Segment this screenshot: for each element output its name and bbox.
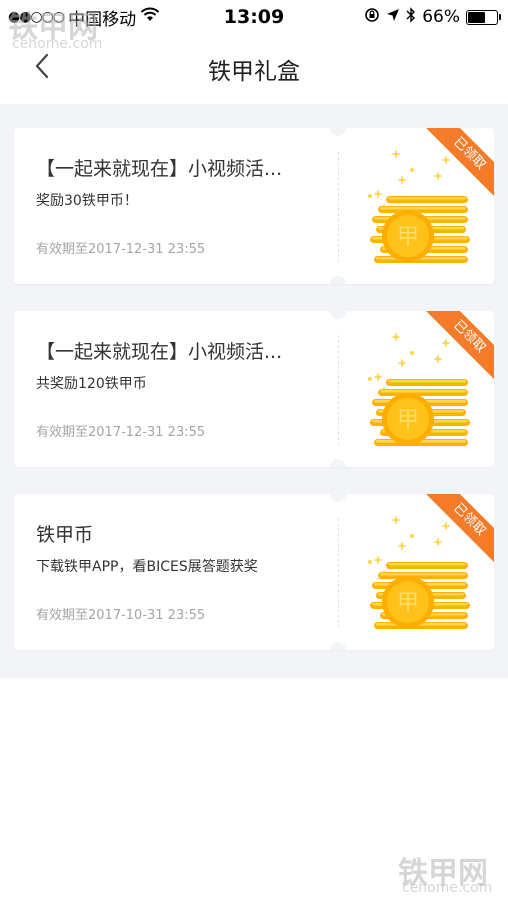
- gift-card-description: 奖励30铁甲币！: [36, 193, 138, 209]
- card-notch: [330, 311, 346, 319]
- battery-fill: [468, 11, 485, 23]
- card-divider: [338, 152, 339, 262]
- gift-card-title: 【一起来就现在】小视频活...: [36, 341, 283, 363]
- gift-card-description: 共奖励120铁甲币: [36, 376, 147, 392]
- coin-stack-icon: 甲: [368, 333, 470, 446]
- coin-glyph: 甲: [397, 591, 419, 616]
- wifi-icon: [140, 7, 160, 27]
- card-notch: [330, 459, 346, 467]
- card-divider: [338, 518, 339, 628]
- location-arrow-icon: [386, 7, 400, 27]
- gift-card-validity: 有效期至2017-12-31 23:55: [36, 425, 206, 440]
- coin-stack-icon: 甲: [368, 150, 470, 263]
- card-notch: [330, 128, 346, 136]
- card-notch: [330, 494, 346, 502]
- gift-card-validity: 有效期至2017-12-31 23:55: [36, 242, 206, 257]
- gift-card-description: 下载铁甲APP，看BICES展答题获奖: [36, 559, 258, 575]
- watermark-domain: cehome.com: [402, 880, 493, 896]
- card-notch: [330, 642, 346, 650]
- bluetooth-icon: [406, 6, 416, 28]
- coin-stack-icon: 甲: [368, 516, 470, 629]
- gift-list: 【一起来就现在】小视频活... 奖励30铁甲币！ 有效期至2017-12-31 …: [0, 104, 508, 678]
- gift-card-validity: 有效期至2017-10-31 23:55: [36, 608, 206, 623]
- card-divider: [338, 335, 339, 445]
- coin-glyph: 甲: [397, 408, 419, 433]
- page-title: 铁甲礼盒: [208, 59, 300, 85]
- coin-glyph: 甲: [397, 225, 419, 250]
- gift-card-title: 铁甲币: [36, 524, 94, 546]
- gift-card-title: 【一起来就现在】小视频活...: [36, 158, 283, 180]
- card-notch: [330, 276, 346, 284]
- gift-card-3[interactable]: 铁甲币 下载铁甲APP，看BICES展答题获奖 有效期至2017-10-31 2…: [14, 494, 494, 650]
- gift-card-1[interactable]: 【一起来就现在】小视频活... 奖励30铁甲币！ 有效期至2017-12-31 …: [14, 128, 494, 284]
- watermark-domain: cehome.com: [12, 36, 103, 52]
- gift-card-2[interactable]: 【一起来就现在】小视频活... 共奖励120铁甲币 有效期至2017-12-31…: [14, 311, 494, 467]
- battery-percent: 66%: [422, 7, 460, 27]
- chevron-left-icon: [35, 53, 49, 79]
- battery-icon: [466, 9, 501, 25]
- back-button[interactable]: [24, 48, 60, 84]
- orientation-lock-icon: [364, 7, 380, 28]
